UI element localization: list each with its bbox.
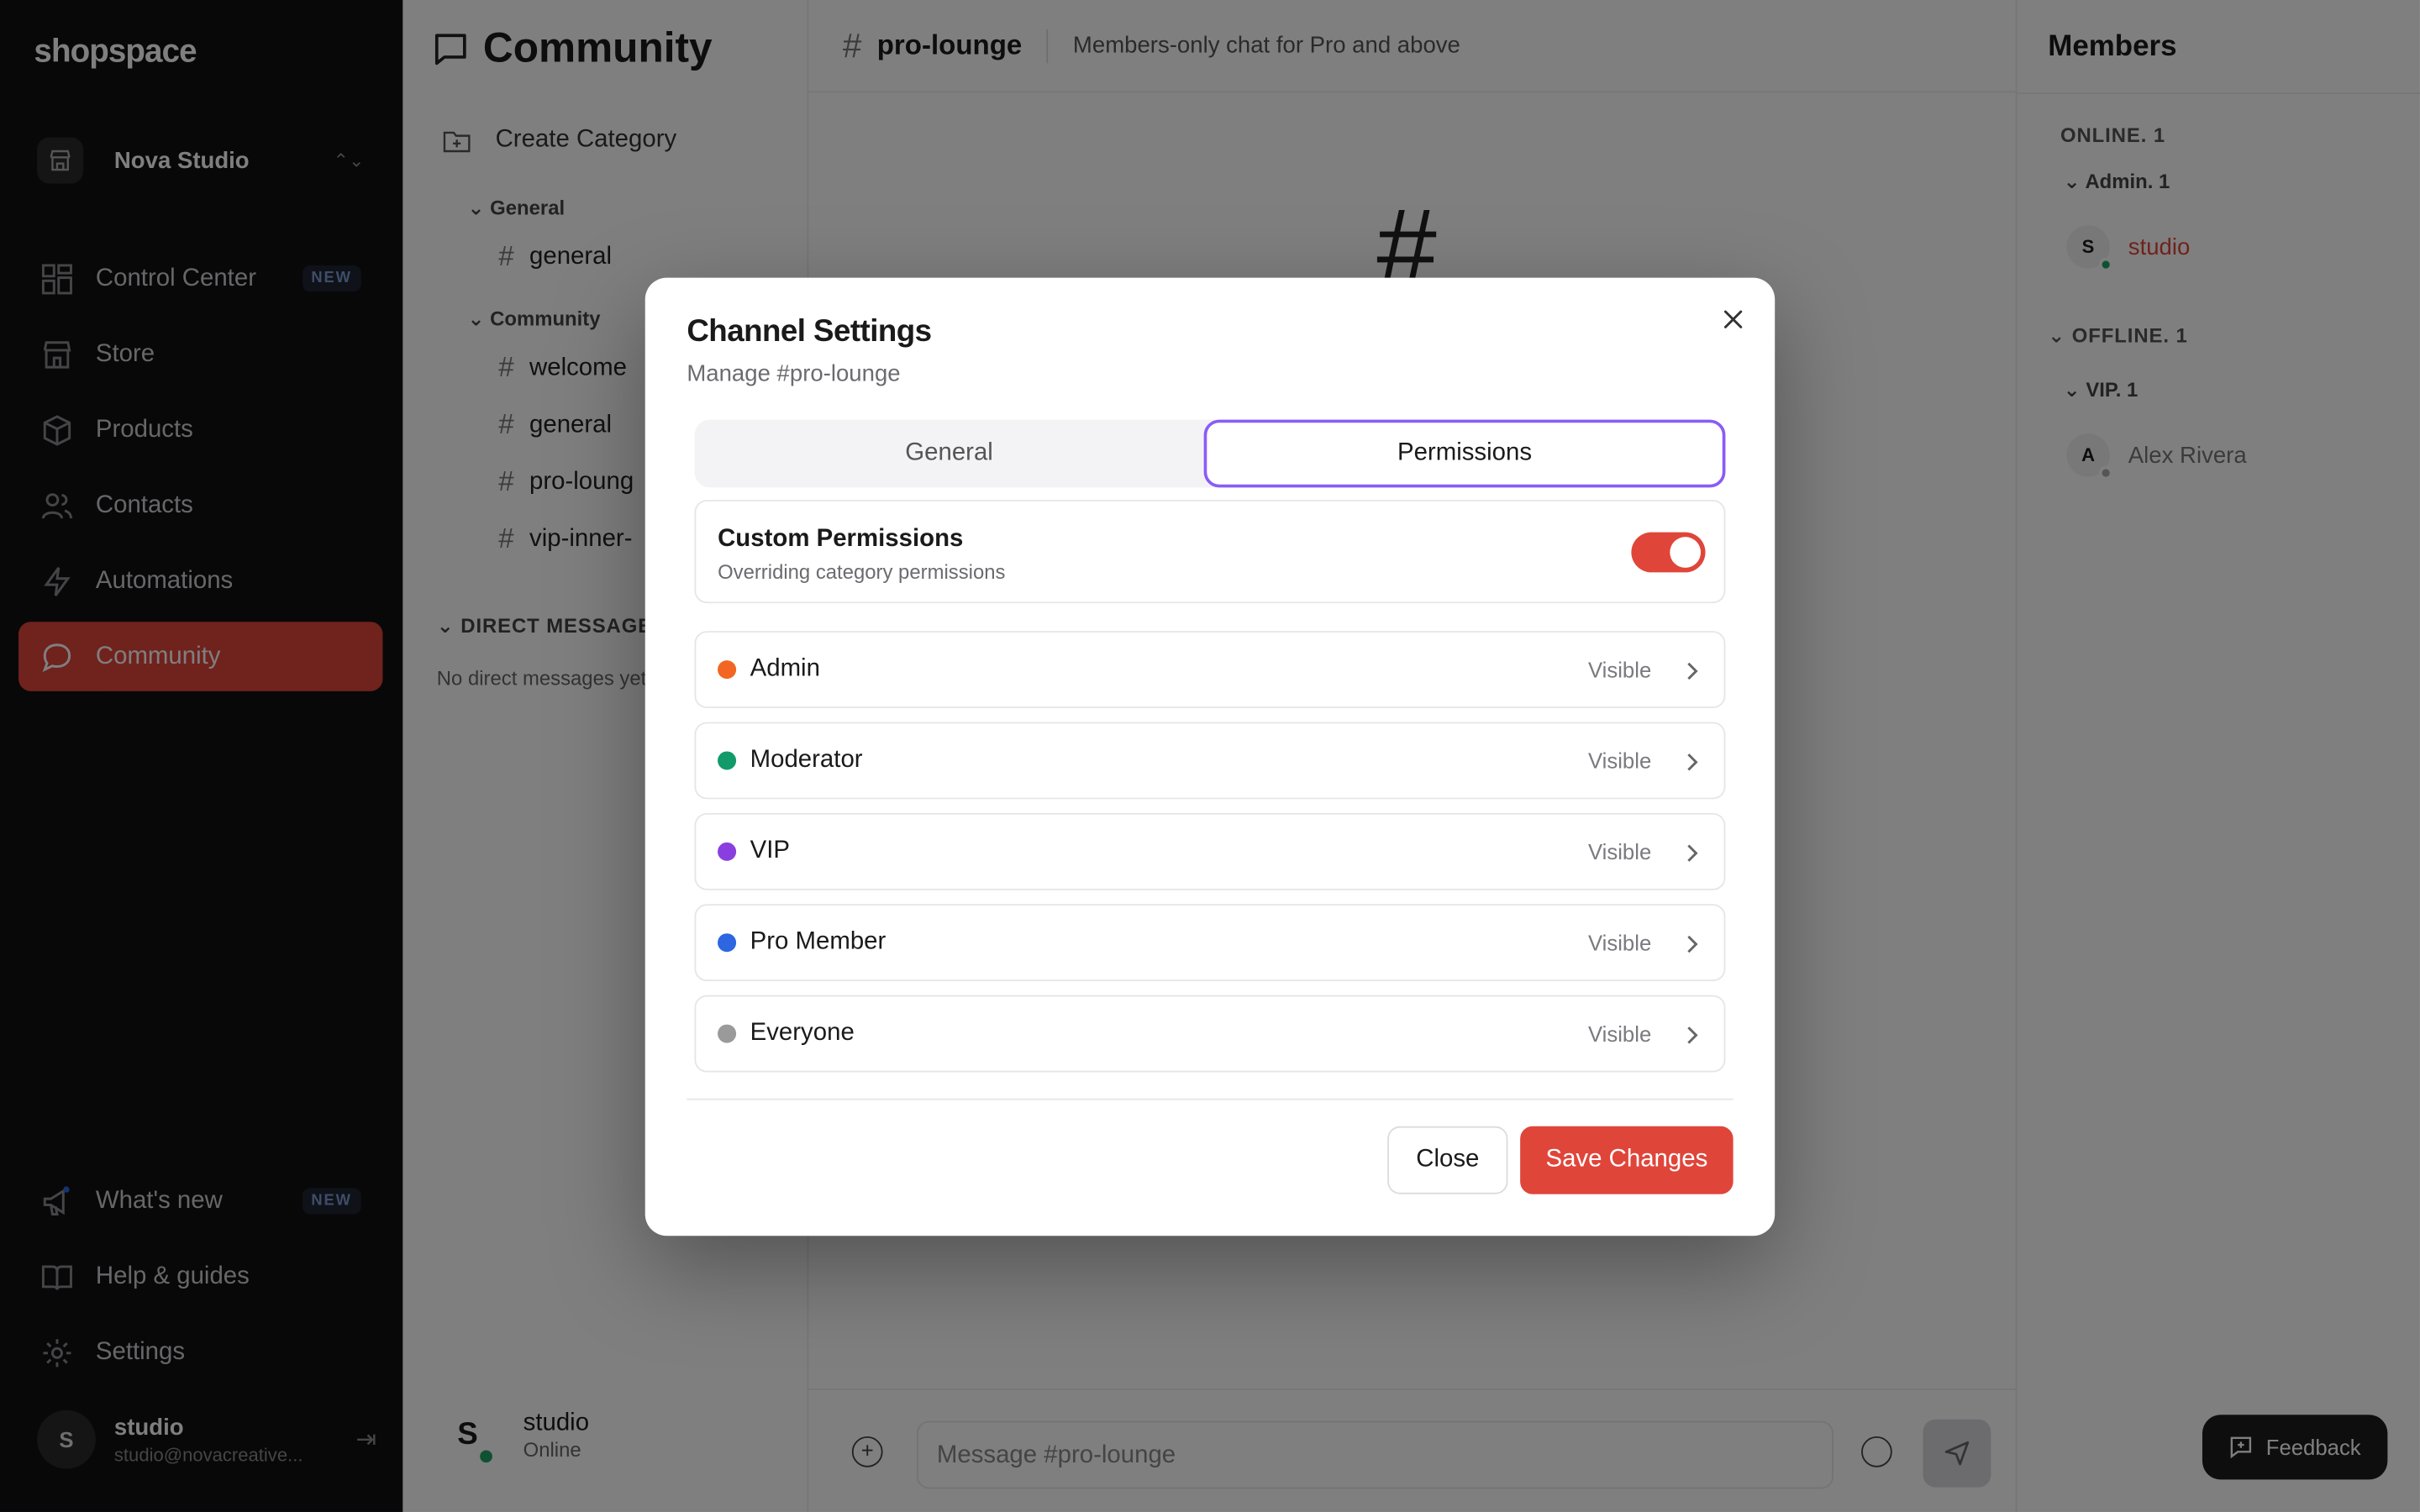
tab-general[interactable]: General <box>695 420 1204 488</box>
save-changes-button[interactable]: Save Changes <box>1520 1126 1733 1194</box>
dialog-title: Channel Settings <box>687 314 932 349</box>
tab-permissions[interactable]: Permissions <box>1203 419 1726 488</box>
role-name: Everyone <box>750 1020 855 1047</box>
role-color-dot <box>718 1024 737 1043</box>
role-row-vip[interactable]: VIP Visible <box>694 812 1726 890</box>
role-color-dot <box>718 933 737 953</box>
role-color-dot <box>718 660 737 680</box>
role-color-dot <box>718 842 737 861</box>
role-name: Admin <box>750 655 820 682</box>
role-name: Moderator <box>750 746 863 774</box>
custom-permissions-toggle[interactable] <box>1631 532 1706 573</box>
custom-permissions-card: Custom Permissions Overriding category p… <box>694 500 1726 604</box>
close-icon[interactable] <box>1716 302 1749 336</box>
role-name: Pro Member <box>750 928 886 955</box>
role-row-pro-member[interactable]: Pro Member Visible <box>694 904 1726 982</box>
custom-permissions-subtitle: Overriding category permissions <box>718 559 1006 584</box>
close-button[interactable]: Close <box>1387 1126 1508 1194</box>
role-name: VIP <box>750 837 791 864</box>
chevron-right-icon <box>1687 1026 1698 1044</box>
divider <box>687 1098 1733 1100</box>
role-visibility: Visible <box>1587 930 1652 955</box>
chevron-right-icon <box>1687 844 1698 862</box>
chevron-right-icon <box>1687 935 1698 953</box>
role-visibility: Visible <box>1587 748 1652 774</box>
role-visibility: Visible <box>1587 657 1652 682</box>
chevron-right-icon <box>1687 662 1698 680</box>
dialog-subtitle: Manage #pro-lounge <box>687 360 901 388</box>
custom-permissions-title: Custom Permissions <box>718 526 964 553</box>
role-row-admin[interactable]: Admin Visible <box>694 631 1726 709</box>
chevron-right-icon <box>1687 753 1698 771</box>
role-color-dot <box>718 751 737 770</box>
role-row-moderator[interactable]: Moderator Visible <box>694 722 1726 800</box>
settings-tabs: General Permissions <box>694 419 1726 488</box>
role-visibility: Visible <box>1587 1021 1652 1047</box>
toggle-knob <box>1670 537 1702 568</box>
role-row-everyone[interactable]: Everyone Visible <box>694 995 1726 1073</box>
role-visibility: Visible <box>1587 839 1652 864</box>
channel-settings-dialog: Channel Settings Manage #pro-lounge Gene… <box>644 277 1776 1236</box>
